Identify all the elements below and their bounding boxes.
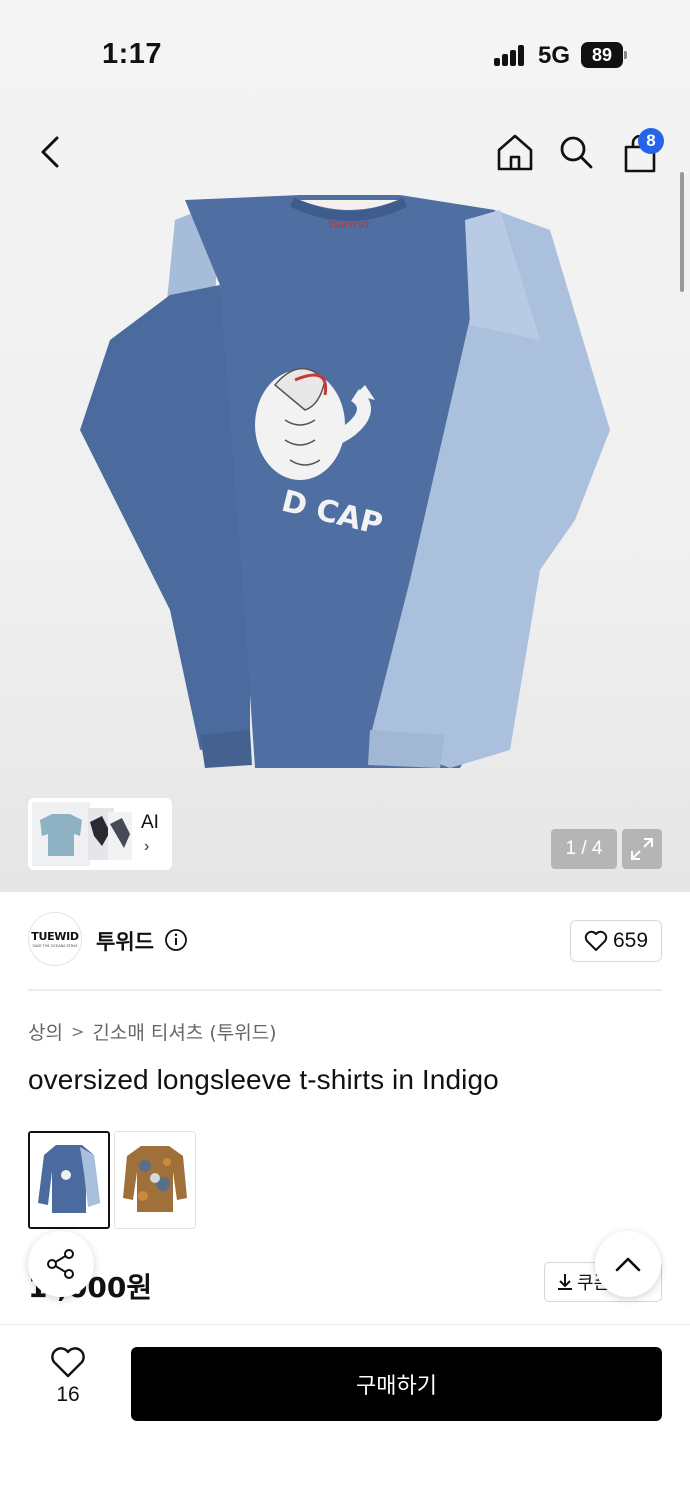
brand-like-count: 659	[612, 929, 649, 952]
divider	[28, 989, 662, 991]
status-time: 1:17	[102, 38, 163, 70]
cart-button[interactable]: 8	[618, 128, 664, 174]
heart-icon	[51, 1347, 85, 1378]
brand-logo-text: TUEWID	[31, 930, 79, 943]
search-button[interactable]	[556, 130, 596, 174]
share-button[interactable]	[28, 1231, 94, 1297]
neck-tag-text: tuewid	[328, 217, 370, 231]
info-icon[interactable]	[164, 928, 188, 952]
expand-image-button[interactable]	[622, 829, 662, 869]
chevron-up-icon	[615, 1257, 641, 1272]
signal-icon	[494, 44, 526, 66]
ai-recommendation-card[interactable]: AI ›	[28, 798, 172, 870]
breadcrumb: 상의 > 긴소매 티셔츠 (투위드)	[28, 1018, 277, 1045]
price-row: 1 ,000원 쿠폰	[28, 1258, 662, 1310]
product-gallery[interactable]: 1:17 5G 89 8 tuewid D CAP AI › 1 / 4	[0, 0, 690, 892]
share-icon	[47, 1249, 74, 1279]
brand-logo[interactable]: TUEWID SAVE THE OCEANS STRAY	[28, 912, 82, 966]
download-icon	[558, 1274, 572, 1290]
image-page-counter: 1 / 4	[551, 829, 617, 869]
network-label: 5G	[538, 42, 571, 69]
heart-icon	[584, 930, 608, 951]
cart-count-badge: 8	[638, 128, 664, 154]
chevron-right-icon: ›	[144, 838, 150, 855]
buy-button[interactable]: 구매하기	[131, 1347, 662, 1421]
brand-row: TUEWID SAVE THE OCEANS STRAY 투위드 659	[28, 912, 662, 968]
brand-logo-subtext: SAVE THE OCEANS STRAY	[32, 944, 78, 948]
bottom-action-bar: 16 구매하기	[0, 1324, 690, 1500]
breadcrumb-subcategory[interactable]: 긴소매 티셔츠 (투위드)	[92, 1018, 276, 1045]
wishlist-button[interactable]: 16	[40, 1347, 96, 1417]
home-icon	[497, 134, 533, 171]
product-image[interactable]: tuewid D CAP	[70, 190, 620, 780]
product-title: oversized longsleeve t-shirts in Indigo	[28, 1064, 499, 1095]
brand-like-button[interactable]: 659	[570, 920, 662, 962]
status-bar: 1:17 5G 89	[0, 0, 690, 110]
color-variant-camo[interactable]	[114, 1131, 196, 1229]
scroll-to-top-button[interactable]	[595, 1231, 661, 1297]
brand-name[interactable]: 투위드	[96, 926, 154, 956]
back-icon	[41, 136, 59, 168]
scrollbar[interactable]	[680, 172, 684, 292]
color-variant-indigo[interactable]	[28, 1131, 110, 1229]
ai-label: AI	[141, 812, 159, 833]
ai-thumbnails	[32, 802, 132, 866]
battery-level: 89	[581, 42, 623, 68]
expand-icon	[631, 838, 653, 860]
back-button[interactable]	[30, 130, 70, 174]
battery-icon: 89	[581, 42, 627, 68]
breadcrumb-category[interactable]: 상의	[28, 1018, 63, 1045]
breadcrumb-separator: >	[70, 1022, 85, 1041]
home-button[interactable]	[494, 130, 536, 174]
wishlist-count: 16	[56, 1383, 80, 1406]
search-icon	[560, 136, 593, 169]
